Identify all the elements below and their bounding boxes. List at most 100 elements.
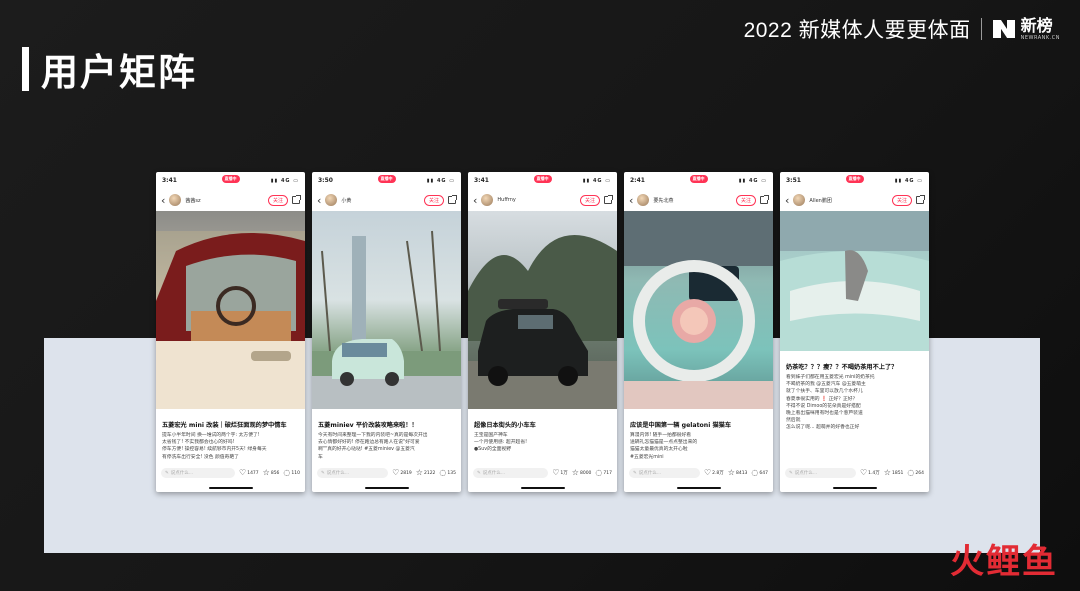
brand-logo: 新榜 NEWRANK.CN	[992, 17, 1060, 41]
post-navbar: ‹ 小黄 关注	[312, 189, 461, 211]
like-button[interactable]: ♡ 1.4万	[860, 469, 880, 477]
avatar[interactable]	[325, 194, 338, 206]
post-navbar: ‹ Allen鹏团 关注	[780, 189, 929, 211]
comment-button[interactable]: ◌ 264	[907, 469, 924, 477]
post-navbar: ‹ 要先北燕 关注	[624, 189, 773, 211]
like-button[interactable]: ♡ 1万	[552, 469, 568, 477]
comment-bubble-icon: ◌	[283, 468, 291, 477]
author-name[interactable]: Huffrny	[497, 197, 576, 203]
comment-bubble-icon: ◌	[439, 468, 447, 477]
status-time: 2:41	[630, 177, 645, 184]
follow-button[interactable]: 关注	[735, 194, 756, 206]
back-arrow-icon[interactable]: ‹	[785, 195, 789, 206]
follow-button[interactable]: 关注	[423, 194, 444, 206]
post-caption: 超像日本街头的小车车	[474, 422, 536, 429]
collect-button[interactable]: ☆ 856	[263, 469, 280, 477]
comment-bubble-icon: ◌	[751, 468, 759, 477]
collect-button[interactable]: ☆ 1851	[884, 469, 904, 477]
heart-icon: ♡	[552, 468, 560, 477]
avatar[interactable]	[481, 194, 494, 206]
steering-wheel-photo	[624, 211, 773, 409]
post-caption: 应该是中国第一辆 gelatoni 猫猫车	[630, 422, 732, 429]
author-name[interactable]: 小黄	[341, 197, 420, 204]
like-button[interactable]: ♡ 2819	[392, 469, 412, 477]
phone-screenshot-3: 3:41 直播中 ▮▮ 4G ▭ ‹ Huffrny 关注 超像日本街头的小车车…	[468, 172, 617, 492]
status-time: 3:50	[318, 177, 333, 184]
share-icon[interactable]	[760, 195, 769, 204]
action-bar: ✎ 说点什么... ♡ 2819 ☆ 2122 ◌ 135	[312, 466, 461, 480]
comment-input[interactable]: ✎ 说点什么...	[473, 468, 549, 478]
home-indicator	[208, 487, 253, 489]
comment-input[interactable]: ✎ 说点什么...	[317, 468, 389, 478]
title-accent-bar	[22, 47, 29, 91]
live-pill: 直播中	[845, 175, 864, 183]
post-photo	[624, 211, 773, 409]
post-body: 看到妹子们都在用五菱宏光 mini的奶茶托 不喝奶茶的我 @五菱汽车 @五菱萌主…	[786, 375, 875, 431]
post-photo	[468, 211, 617, 409]
comment-input[interactable]: ✎ 说点什么...	[629, 468, 700, 478]
avatar[interactable]	[637, 194, 650, 206]
back-arrow-icon[interactable]: ‹	[473, 195, 477, 206]
back-arrow-icon[interactable]: ‹	[629, 195, 633, 206]
share-icon[interactable]	[916, 195, 925, 204]
status-time: 3:41	[162, 177, 177, 184]
live-pill: 直播中	[689, 175, 708, 183]
edit-icon: ✎	[321, 470, 325, 476]
signal-battery-icon: ▮▮ 4G ▭	[738, 177, 767, 184]
share-icon[interactable]	[448, 195, 457, 204]
like-button[interactable]: ♡ 2.8万	[704, 469, 724, 477]
newrank-logo-icon	[992, 20, 1015, 38]
comment-input[interactable]: ✎ 说点什么...	[161, 468, 236, 478]
back-arrow-icon[interactable]: ‹	[161, 195, 165, 206]
edit-icon: ✎	[633, 470, 637, 476]
star-icon: ☆	[571, 468, 579, 477]
action-bar: ✎ 说点什么... ♡ 1.4万 ☆ 1851 ◌ 264	[780, 466, 929, 480]
post-photo	[780, 211, 929, 351]
collect-button[interactable]: ☆ 2122	[416, 469, 436, 477]
share-icon[interactable]	[292, 195, 301, 204]
author-name[interactable]: 茜茜sz	[185, 197, 264, 204]
avatar[interactable]	[169, 194, 182, 206]
follow-button[interactable]: 关注	[579, 194, 600, 206]
author-name[interactable]: Allen鹏团	[809, 197, 888, 204]
collect-button[interactable]: ☆ 8000	[572, 469, 592, 477]
comment-input[interactable]: ✎ 说点什么...	[785, 468, 856, 478]
brand-header: 2022 新媒体人要更体面 新榜 NEWRANK.CN	[744, 16, 1060, 42]
title-block: 用户矩阵	[22, 42, 197, 96]
heart-icon: ♡	[703, 468, 712, 477]
slogan: 2022 新媒体人要更体面	[743, 19, 971, 42]
dashboard-cupholder-photo	[780, 211, 929, 351]
car-interior-photo	[156, 231, 305, 409]
status-bar: 2:41 直播中 ▮▮ 4G ▭	[624, 172, 773, 189]
follow-button[interactable]: 关注	[267, 194, 288, 206]
post-photo	[312, 211, 461, 409]
post-photo	[156, 211, 305, 409]
comment-button[interactable]: ◌ 110	[283, 469, 300, 477]
phone-screenshot-2: 3:50 直播中 ▮▮ 4G ▭ ‹ 小黄 关注 五菱miniev 平价改装攻略…	[312, 172, 461, 492]
comment-button[interactable]: ◌ 135	[439, 469, 456, 477]
phone-screenshot-5: 3:51 直播中 ▮▮ 4G ▭ ‹ Allen鹏团 关注 奶茶吃？？？瘦？？不…	[780, 172, 929, 492]
comment-button[interactable]: ◌ 717	[595, 469, 612, 477]
follow-button[interactable]: 关注	[891, 194, 912, 206]
mini-car-park-photo	[312, 230, 461, 409]
like-button[interactable]: ♡ 1477	[239, 469, 259, 477]
action-bar: ✎ 说点什么... ♡ 1477 ☆ 856 ◌ 110	[156, 466, 305, 480]
phone-screenshot-1: 3:41 直播中 ▮▮ 4G ▭ ‹ 茜茜sz 关注 五菱宏光 mini 改装｜…	[156, 172, 305, 492]
comment-button[interactable]: ◌ 647	[751, 469, 768, 477]
signal-battery-icon: ▮▮ 4G ▭	[270, 177, 299, 184]
avatar[interactable]	[793, 194, 806, 206]
signal-battery-icon: ▮▮ 4G ▭	[894, 177, 923, 184]
status-bar: 3:41 直播中 ▮▮ 4G ▭	[468, 172, 617, 189]
post-navbar: ‹ Huffrny 关注	[468, 189, 617, 211]
status-time: 3:51	[786, 177, 801, 184]
collect-button[interactable]: ☆ 8413	[728, 469, 748, 477]
author-name[interactable]: 要先北燕	[653, 197, 732, 204]
star-icon: ☆	[727, 468, 735, 477]
phone-screenshot-4: 2:41 直播中 ▮▮ 4G ▭ ‹ 要先北燕 关注 应该是中国第一辆 gela…	[624, 172, 773, 492]
watermark-logo: 火鲤鱼	[950, 542, 1058, 582]
share-icon[interactable]	[604, 195, 613, 204]
home-indicator	[364, 487, 409, 489]
home-indicator	[832, 487, 877, 489]
back-arrow-icon[interactable]: ‹	[317, 195, 321, 206]
comment-bubble-icon: ◌	[595, 468, 603, 477]
